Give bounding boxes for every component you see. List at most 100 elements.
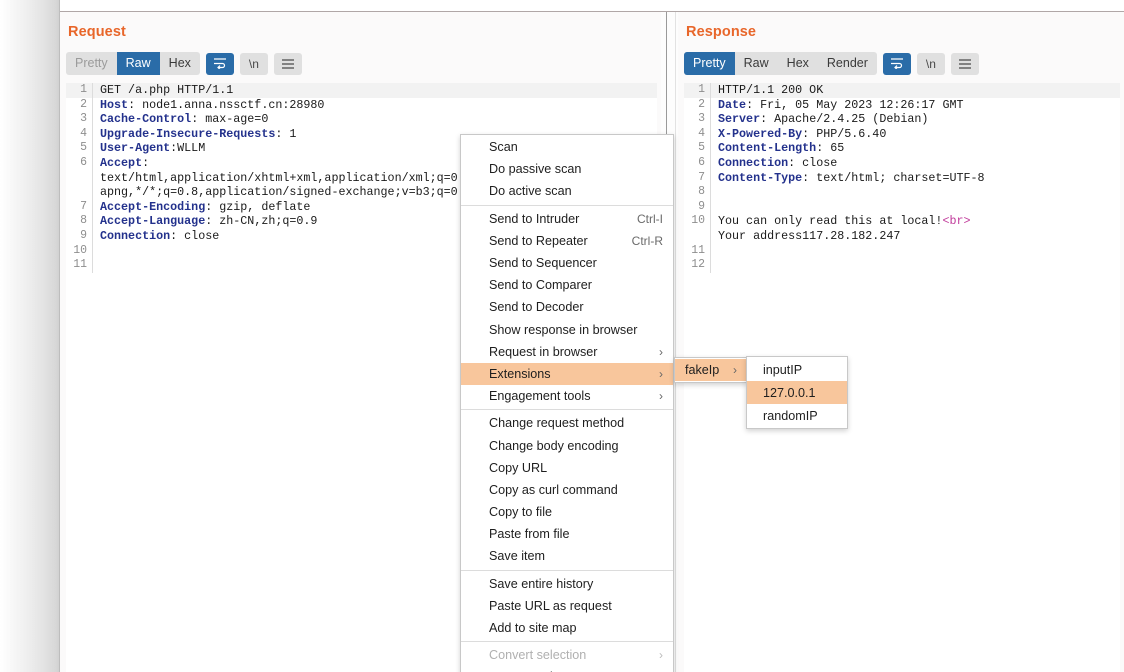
menu-item-change-body-encoding[interactable]: Change body encoding [461,434,673,456]
menu-item-convert-selection: Convert selection › [461,644,673,666]
menu-item-label: Send to Sequencer [489,256,597,271]
line-number: 2 [80,97,87,111]
line-number: 10 [73,243,87,257]
newline-icon[interactable]: \n [239,52,268,75]
menu-item-inputip[interactable]: inputIP [747,358,847,381]
menu-item-label: Engagement tools [489,389,591,404]
line-content: Cache-Control: max-age=0 [100,112,269,127]
line-number: 11 [691,243,705,257]
response-toolbar: Pretty Raw Hex Render \n [684,52,979,75]
menu-item-send-to-repeater[interactable]: Send to Repeater Ctrl-R [461,230,673,252]
tab-request-raw[interactable]: Raw [116,52,160,75]
menu-item-engagement-tools[interactable]: Engagement tools › [461,385,673,407]
menu-item-send-to-intruder[interactable]: Send to Intruder Ctrl-I [461,208,673,230]
menu-item-save-entire-history[interactable]: Save entire history [461,573,673,595]
word-wrap-icon[interactable] [882,52,911,75]
menu-item-label: Send to Comparer [489,278,592,293]
line-number: 8 [698,185,705,199]
editor-line: 1 GET /a.php HTTP/1.1 [66,83,657,98]
chevron-right-icon: › [659,366,663,381]
line-number: 10 [691,214,705,228]
tab-request-hex[interactable]: Hex [160,52,200,75]
menu-item-paste-url-as-request[interactable]: Paste URL as request [461,595,673,617]
hamburger-icon[interactable] [950,52,979,75]
menu-item-url-encode-as-you-type[interactable]: URL-encode as you type [461,666,673,672]
request-panel-title: Request [68,24,126,40]
response-panel-title: Response [686,24,757,40]
menu-item-change-request-method[interactable]: Change request method [461,412,673,434]
newline-icon[interactable]: \n [916,52,945,75]
menu-item-copy-to-file[interactable]: Copy to file [461,501,673,523]
line-number: 3 [698,112,705,126]
menu-item-paste-from-file[interactable]: Paste from file [461,523,673,545]
menu-item-label: Show response in browser [489,322,638,337]
word-wrap-icon[interactable] [205,52,234,75]
menu-item-127-0-0-1[interactable]: 127.0.0.1 [747,381,847,404]
menu-item-send-to-sequencer[interactable]: Send to Sequencer [461,252,673,274]
menu-item-save-item[interactable]: Save item [461,545,673,567]
line-number: 6 [80,155,87,169]
menu-item-label: Send to Intruder [489,211,580,226]
line-number: 7 [698,170,705,184]
editor-line: 12 [684,258,1120,273]
line-content: Date: Fri, 05 May 2023 12:26:17 GMT [718,97,964,112]
menu-item-do-passive-scan[interactable]: Do passive scan [461,158,673,180]
editor-line: 3 Cache-Control: max-age=0 [66,112,657,127]
response-pane: Response Pretty Raw Hex Render \n 1 HTTP/… [678,12,1124,672]
hamburger-icon[interactable] [273,52,302,75]
menu-item-copy-url[interactable]: Copy URL [461,457,673,479]
line-content: Server: Apache/2.4.25 (Debian) [718,112,929,127]
editor-line: 5 Content-Length: 65 [684,141,1120,156]
menu-item-scan[interactable]: Scan [461,136,673,158]
burp-suite-window: Request Pretty Raw Hex \n 1 GET /a.php HT… [0,0,1124,672]
menu-item-do-active-scan[interactable]: Do active scan [461,180,673,202]
editor-line: 3 Server: Apache/2.4.25 (Debian) [684,112,1120,127]
menu-item-label: 127.0.0.1 [763,385,816,400]
editor-line: 6 Connection: close [684,155,1120,171]
gutter-separator [710,243,711,259]
menu-item-extensions[interactable]: Extensions › [461,362,673,386]
line-content: apng,*/*;q=0.8,application/signed-exchan… [100,185,472,200]
tab-request-pretty[interactable]: Pretty [66,52,117,75]
menu-item-label: Change body encoding [489,438,619,453]
editor-line: 11 [684,243,1120,259]
line-content: Host: node1.anna.nssctf.cn:28980 [100,97,325,112]
menu-divider [461,409,673,411]
menu-item-label: Do active scan [489,184,572,199]
line-content: GET /a.php HTTP/1.1 [93,83,234,98]
menu-item-label: Copy URL [489,460,548,475]
menu-item-request-in-browser[interactable]: Request in browser › [461,341,673,363]
menu-item-fakeip[interactable]: fakeIp › [675,359,747,382]
menu-item-randomip[interactable]: randomIP [747,404,847,427]
menu-item-shortcut: Ctrl-I [637,211,663,226]
menu-item-send-to-decoder[interactable]: Send to Decoder [461,296,673,318]
splitter-line-right [675,12,676,672]
tab-response-raw[interactable]: Raw [735,52,778,75]
editor-line: 2 Host: node1.anna.nssctf.cn:28980 [66,97,657,113]
tab-response-pretty[interactable]: Pretty [684,52,735,75]
editor-line: 9 [684,199,1120,215]
menu-item-send-to-comparer[interactable]: Send to Comparer [461,274,673,296]
line-number: 6 [698,155,705,169]
editor-line: 10 You can only read this at local!<br> [684,214,1120,229]
fakeip-submenu[interactable]: inputIP 127.0.0.1 randomIP [746,356,848,429]
context-menu[interactable]: Scan Do passive scan Do active scan Send to… [460,134,674,672]
menu-item-label: inputIP [763,362,803,377]
menu-item-label: Save item [489,549,545,564]
menu-item-label: Request in browser [489,344,598,359]
chevron-right-icon: › [733,363,737,378]
extensions-submenu[interactable]: fakeIp › [674,357,748,384]
menu-item-label: Send to Decoder [489,300,584,315]
editor-line: 2 Date: Fri, 05 May 2023 12:26:17 GMT [684,97,1120,113]
menu-item-show-response-in-browser[interactable]: Show response in browser [461,319,673,341]
line-content: Accept-Language: zh-CN,zh;q=0.9 [100,214,318,229]
menu-item-label: randomIP [763,408,818,423]
tab-response-hex[interactable]: Hex [778,52,818,75]
menu-item-add-to-site-map[interactable]: Add to site map [461,617,673,639]
menu-divider [461,204,673,206]
menu-item-copy-as-curl-command[interactable]: Copy as curl command [461,479,673,501]
line-content: Upgrade-Insecure-Requests: 1 [100,126,297,141]
tab-response-render[interactable]: Render [818,52,877,75]
request-view-tabs: Pretty Raw Hex [66,52,200,75]
editor-line: 8 [684,185,1120,200]
